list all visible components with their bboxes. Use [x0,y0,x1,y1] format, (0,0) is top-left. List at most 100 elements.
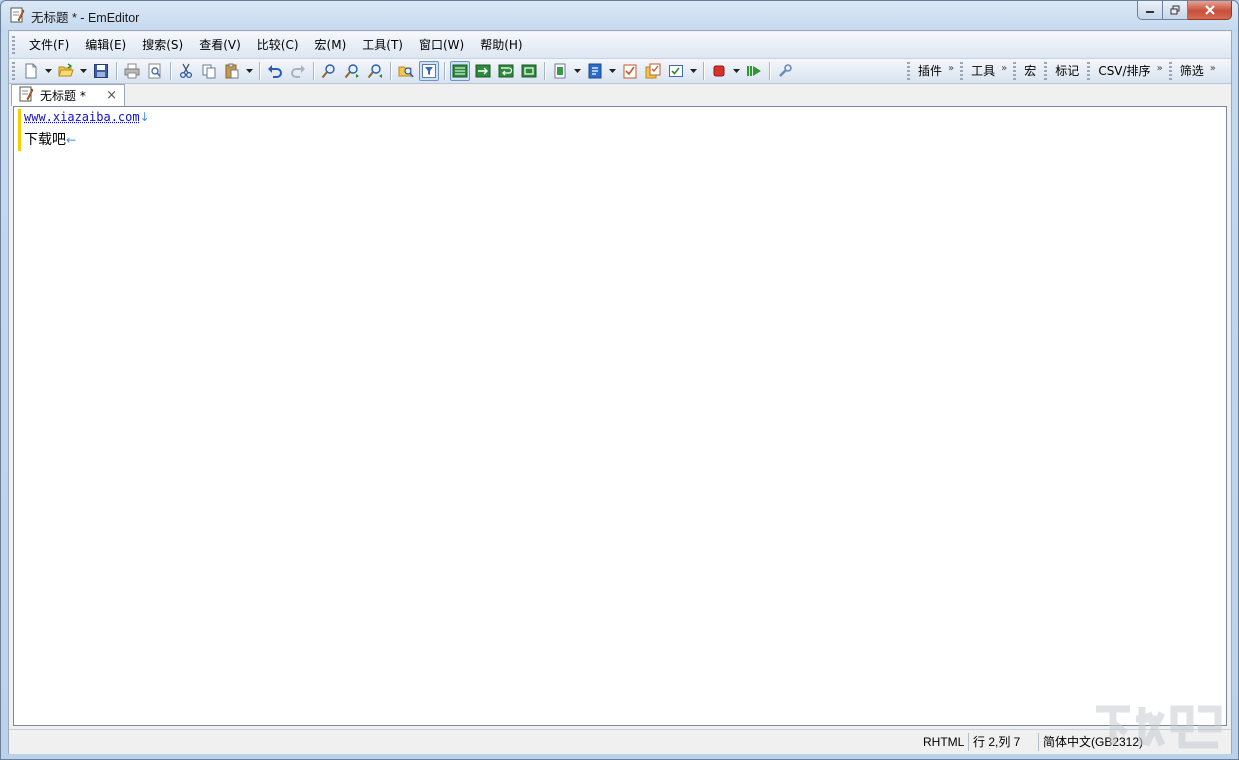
editor-line-1[interactable]: www.xiazaiba.com↓ [24,110,150,125]
menu-help[interactable]: 帮助(H) [472,32,530,58]
scissors-icon [179,63,193,79]
wrap-by-window-button[interactable] [519,61,539,81]
tab-untitled[interactable]: 无标题 * × [11,84,125,106]
customize-button[interactable] [643,61,663,81]
no-wrap-icon [475,64,491,78]
menu-file[interactable]: 文件(F) [21,32,77,58]
maximize-button[interactable] [1163,1,1188,20]
check-list-button[interactable] [666,61,686,81]
close-button[interactable] [1188,1,1232,20]
editor-line-2[interactable]: 下载吧← [24,129,76,149]
chevron-down-icon [689,69,697,73]
find-previous-button[interactable] [365,61,385,81]
title-bar[interactable]: 无标题 * - EmEditor [1,1,1238,29]
status-cursor-position[interactable]: 行 2,列 7 [973,733,1020,751]
status-bar: RHTML 行 2,列 7 简体中文(GB2312) [9,729,1231,754]
open-file-button[interactable] [56,61,76,81]
toolbar-separator [769,62,770,80]
run-macro-button[interactable] [744,61,764,81]
show-marks-button[interactable] [450,61,470,81]
client-area: 文件(F) 编辑(E) 搜索(S) 查看(V) 比较(C) 宏(M) 工具(T)… [8,30,1232,754]
check-list-dropdown[interactable] [689,61,697,81]
find-next-button[interactable] [342,61,362,81]
toolbar-grip-handle[interactable] [1168,62,1172,80]
macros-toolbar-label[interactable]: 宏 [1020,61,1040,81]
text-editor-area[interactable]: www.xiazaiba.com↓ 下载吧← [13,106,1227,726]
toolbar-separator [259,62,260,80]
tools-chevron-icon[interactable]: » [1001,63,1007,74]
open-file-dropdown[interactable] [79,61,87,81]
menu-window[interactable]: 窗口(W) [411,32,472,58]
toolbar-separator [170,62,171,80]
encoding-dropdown[interactable] [608,61,616,81]
filter-chevron-icon[interactable]: » [1210,63,1216,74]
tab-close-icon[interactable]: × [106,88,117,103]
line-2-text[interactable]: 下载吧 [24,132,66,148]
minimize-button[interactable] [1137,1,1163,20]
wrap-chars-icon [498,64,514,78]
customize-icon [645,63,661,79]
save-button[interactable] [91,61,111,81]
paste-dropdown[interactable] [245,61,253,81]
toolbar-separator [116,62,117,80]
chevron-down-icon [44,69,52,73]
site-logo-watermark [1096,705,1222,749]
csv-sort-chevron-icon[interactable]: » [1157,63,1163,74]
printer-icon [124,63,140,79]
print-preview-button[interactable] [145,61,165,81]
stop-record-icon [713,65,725,77]
configuration-dropdown[interactable] [573,61,581,81]
line-2-eol-mark: ← [66,133,77,147]
find-button[interactable] [319,61,339,81]
configuration-button[interactable] [550,61,570,81]
find-next-icon [344,64,359,79]
tab-label: 无标题 * [40,89,86,103]
redo-button[interactable] [288,61,308,81]
copy-button[interactable] [199,61,219,81]
menu-search[interactable]: 搜索(S) [134,32,191,58]
csv-sort-toolbar-label[interactable]: CSV/排序 [1094,61,1154,81]
modified-line-marker [18,109,21,151]
menu-compare[interactable]: 比较(C) [249,32,307,58]
record-macro-dropdown[interactable] [732,61,740,81]
plugin-tool-button[interactable] [775,61,795,81]
app-window: 无标题 * - EmEditor 文件(F) 编辑(E) 搜索(S) 查看(V)… [0,0,1239,760]
play-macro-icon [747,66,761,76]
record-macro-button[interactable] [709,61,729,81]
cut-button[interactable] [176,61,196,81]
toolbar-grip-handle[interactable] [907,62,910,80]
plugins-chevron-icon[interactable]: » [948,63,954,74]
toolbar-grip-handle[interactable] [960,62,964,80]
copy-icon [202,64,216,79]
toolbar-grip-handle[interactable] [12,62,15,80]
undo-button[interactable] [265,61,285,81]
paste-button[interactable] [222,61,242,81]
menu-grip-handle[interactable] [12,36,15,54]
menu-tools[interactable]: 工具(T) [354,32,411,58]
status-config-mode[interactable]: RHTML [923,733,964,751]
line-1-text[interactable]: www.xiazaiba.com [24,110,140,124]
properties-button[interactable] [620,61,640,81]
menu-view[interactable]: 查看(V) [191,32,249,58]
print-button[interactable] [122,61,142,81]
encoding-button[interactable] [585,61,605,81]
filter-toolbar-label[interactable]: 筛选 [1176,61,1208,81]
new-file-dropdown[interactable] [44,61,52,81]
save-disk-icon [94,64,108,78]
restore-icon [1170,5,1180,15]
find-in-files-button[interactable] [396,61,416,81]
wrench-icon [779,64,792,77]
filter-toggle-button[interactable] [419,61,439,81]
toolbar-grip-handle[interactable] [1087,62,1091,80]
new-file-button[interactable] [21,61,41,81]
close-icon [1204,5,1215,15]
wrap-by-chars-button[interactable] [496,61,516,81]
toolbar-grip-handle[interactable] [1044,62,1048,80]
plugins-toolbar-label[interactable]: 插件 [914,61,946,81]
markers-toolbar-label[interactable]: 标记 [1051,61,1083,81]
wrap-none-button[interactable] [473,61,493,81]
toolbar-grip-handle[interactable] [1013,62,1017,80]
tools-toolbar-label[interactable]: 工具 [967,61,999,81]
menu-edit[interactable]: 编辑(E) [77,32,134,58]
menu-macro[interactable]: 宏(M) [307,32,355,58]
